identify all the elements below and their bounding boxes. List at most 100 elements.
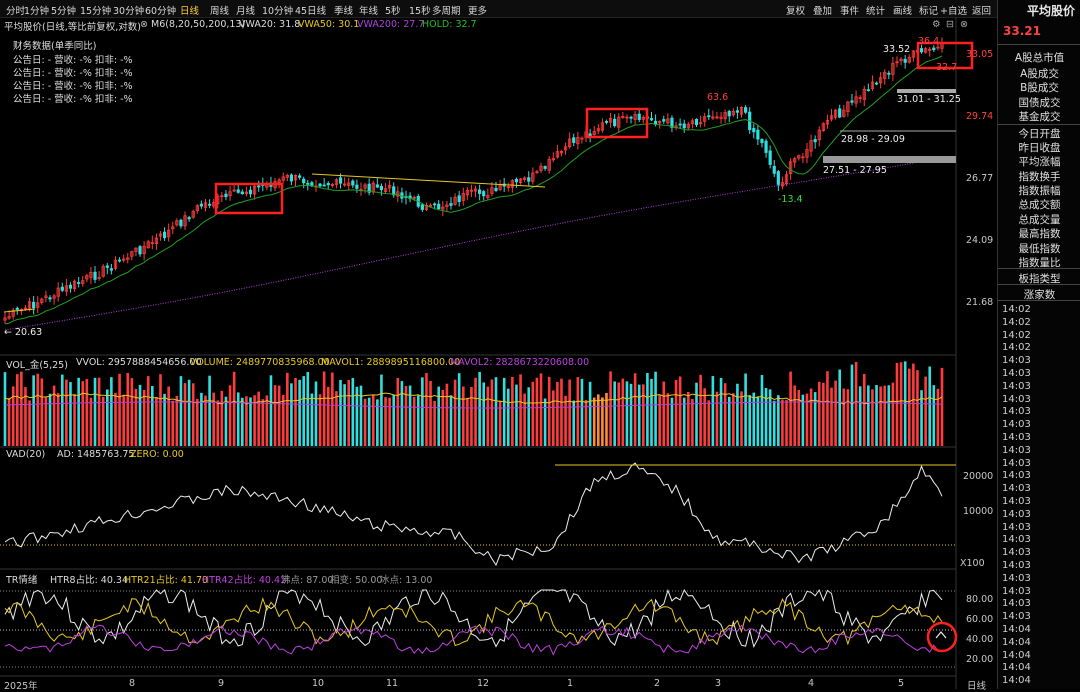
volume-bar <box>932 385 936 446</box>
info-item[interactable]: 国债成交 <box>998 95 1080 110</box>
candle <box>760 139 764 144</box>
info-item[interactable]: 平均涨幅 <box>998 154 1080 169</box>
volume-bar <box>912 363 915 446</box>
volume-bar <box>290 383 293 446</box>
candle <box>707 115 711 118</box>
volume-bar <box>421 377 424 446</box>
volume-bar <box>744 373 747 446</box>
zone-bar <box>823 156 956 163</box>
volume-bar <box>60 374 64 446</box>
volume-bar <box>412 397 416 446</box>
candle <box>302 178 306 184</box>
info-item[interactable]: 指数换手 <box>998 169 1080 184</box>
volume-bar <box>936 388 940 446</box>
hold-line <box>4 55 943 325</box>
volume-bar <box>359 385 363 446</box>
zone-label: 28.98 - 29.09 <box>841 134 905 145</box>
volume-bar <box>789 371 792 446</box>
candle <box>919 48 924 53</box>
volume-bar <box>691 399 694 446</box>
candle <box>735 110 740 113</box>
tick-time: 14:03 <box>1002 560 1031 571</box>
volume-bar <box>699 374 702 446</box>
volume-bar <box>208 375 211 446</box>
volume-bar <box>11 386 15 446</box>
info-item[interactable]: B股成交 <box>998 80 1080 95</box>
volume-bar <box>662 381 666 446</box>
candle <box>662 119 666 122</box>
candle <box>478 189 482 194</box>
volume-bar <box>695 382 698 446</box>
peak-marker: 33.52 <box>883 44 911 55</box>
volume-bar <box>318 394 322 446</box>
tick-time: 14:04 <box>1002 649 1031 661</box>
tick-time: 14:03 <box>1002 355 1031 367</box>
info-item[interactable]: 总成交额 <box>998 197 1080 212</box>
settings-icon[interactable]: ⚙ <box>932 19 941 30</box>
candle <box>207 203 212 206</box>
candle <box>752 128 756 133</box>
candle <box>138 246 142 255</box>
x-tick: 12 <box>477 678 490 689</box>
minimize-icon[interactable]: ⊟ <box>946 19 954 30</box>
volume-bar <box>449 395 453 446</box>
volume-bar <box>556 381 559 446</box>
tr-tick: 60.00 <box>966 614 994 625</box>
volume-bar <box>486 386 490 446</box>
close-icon[interactable]: ⊗ <box>960 19 968 30</box>
volume-bar <box>466 397 469 446</box>
volume-bar <box>817 381 821 446</box>
volume-bar <box>81 381 85 446</box>
tr-freeze: 冰点: 13.00 <box>380 575 433 586</box>
volume-bar <box>854 361 858 446</box>
fin-row: 公告日: - 营收: -% 扣非: -% <box>13 81 133 92</box>
tick-time: 14:03 <box>1002 585 1031 597</box>
candle <box>887 72 891 75</box>
volume-bar <box>838 369 842 446</box>
volume-bar <box>196 398 199 446</box>
candle <box>240 191 244 195</box>
volume-bar <box>560 378 563 446</box>
volume-bar <box>89 397 93 446</box>
volume-bar <box>183 383 187 446</box>
volume-bar <box>343 384 346 446</box>
tick-time: 14:03 <box>1002 457 1031 469</box>
candle <box>375 184 379 188</box>
tr-boil: 沸点: 87.00 <box>281 575 334 586</box>
volume-bar <box>682 397 686 446</box>
info-item[interactable]: 今日开盘 <box>998 126 1080 141</box>
legend-vwa50: VWA50: 30.1 <box>298 19 360 30</box>
volume-bar <box>200 392 203 446</box>
candle <box>289 174 294 182</box>
info-item[interactable]: 总成交量 <box>998 212 1080 227</box>
info-item[interactable]: A股总市值 <box>998 50 1080 65</box>
info-item[interactable]: A股成交 <box>998 66 1080 81</box>
volume-bar <box>367 397 371 446</box>
current-price: 33.21 <box>1003 24 1041 38</box>
volume-bar <box>461 386 465 446</box>
volume-bar <box>347 380 351 446</box>
panel-title: 平均股价 <box>1026 4 1075 18</box>
vol-mavol2: MAVOL2: 2828673220608.00 <box>450 357 590 368</box>
volume-bar <box>384 397 387 446</box>
volume-bar <box>887 385 891 446</box>
volume-bar <box>355 386 359 446</box>
info-item[interactable]: 基金成交 <box>998 109 1080 124</box>
candle <box>322 184 326 187</box>
info-item[interactable]: 指数振幅 <box>998 183 1080 198</box>
vad-zero: ZERO: 0.00 <box>130 449 184 460</box>
volume-bar <box>93 377 97 446</box>
volume-bar <box>564 395 567 446</box>
info-item[interactable]: 最低指数 <box>998 241 1080 256</box>
info-item[interactable]: 昨日收盘 <box>998 140 1080 155</box>
fin-row: 公告日: - 营收: -% 扣非: -% <box>13 55 133 66</box>
candle <box>318 183 322 187</box>
m6-icon[interactable]: ⊗ <box>140 19 148 30</box>
info-item[interactable]: 最高指数 <box>998 226 1080 241</box>
volume-bar <box>842 388 846 446</box>
volume-bar <box>797 389 801 446</box>
mavol2-line <box>4 401 943 409</box>
vad-line <box>4 462 943 567</box>
volume-bar <box>654 371 657 446</box>
volume-bar <box>425 373 428 446</box>
